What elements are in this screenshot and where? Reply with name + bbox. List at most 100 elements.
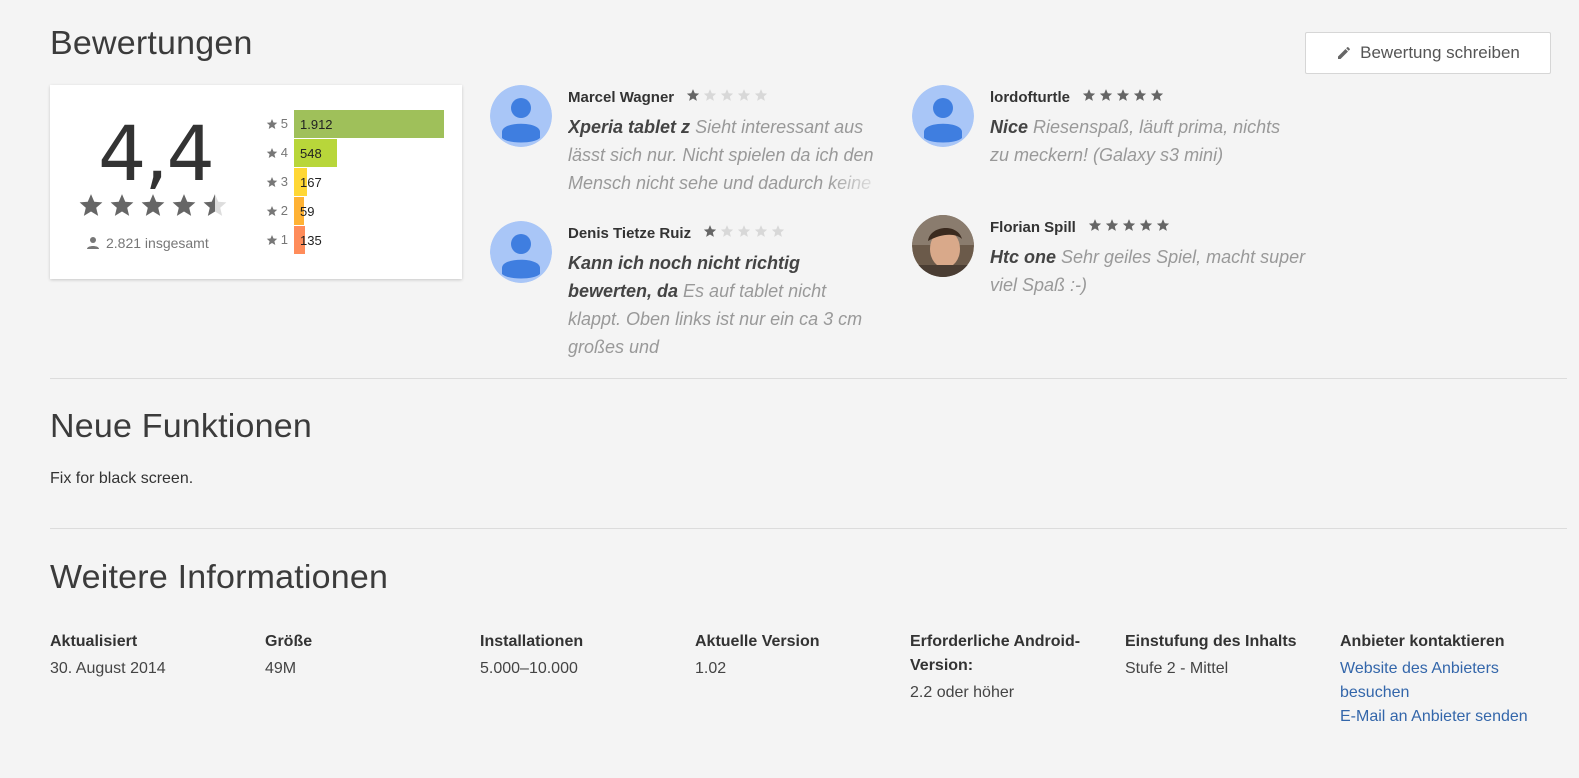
- star-filled-icon: [1139, 218, 1153, 236]
- developer-website-link[interactable]: Website des Anbieters besuchen: [1340, 657, 1530, 705]
- review-text: Kann ich noch nicht richtig bewerten, da…: [568, 249, 884, 361]
- histogram-star-number: 1: [280, 232, 288, 247]
- review-text: Xperia tablet z Sieht interessant aus lä…: [568, 113, 886, 197]
- info-android: Erforderliche Android-Version: 2.2 oder …: [910, 630, 1090, 705]
- star-empty-icon: [771, 224, 785, 242]
- review-body: Riesenspaß, läuft prima, nichts zu mecke…: [990, 117, 1281, 165]
- half-star-icon: [203, 194, 227, 216]
- info-value: 30. August 2014: [50, 660, 166, 677]
- star-icon: [266, 147, 278, 158]
- star-empty-icon: [720, 88, 734, 106]
- star-filled-icon: [1088, 218, 1102, 236]
- star-filled-icon: [1150, 88, 1164, 106]
- review-headline: Nice: [990, 117, 1029, 137]
- avatar: [490, 85, 552, 147]
- more-info-title: Weitere Informationen: [50, 558, 389, 596]
- write-review-label: Bewertung schreiben: [1360, 43, 1520, 62]
- divider: [50, 528, 1567, 529]
- info-label: Aktualisiert: [50, 633, 138, 650]
- histogram-row: 1 135: [254, 225, 444, 254]
- info-label: Erforderliche Android-Version:: [910, 633, 1081, 674]
- info-content-rating: Einstufung des Inhalts Stufe 2 - Mittel: [1125, 630, 1325, 681]
- whats-new-title: Neue Funktionen: [50, 407, 312, 445]
- histogram-count: 59: [300, 203, 315, 219]
- star-empty-icon: [703, 88, 717, 106]
- star-icon: [266, 234, 278, 245]
- review-stars: [1088, 218, 1170, 236]
- average-rating: 4,4: [98, 109, 215, 198]
- star-icon: [172, 194, 196, 216]
- person-icon: [87, 237, 99, 249]
- review-author: Denis Tietze Ruiz: [568, 224, 692, 242]
- histogram-row: 5 1.912: [254, 109, 444, 138]
- star-filled-icon: [686, 88, 700, 106]
- star-filled-icon: [1122, 218, 1136, 236]
- star-icon: [141, 194, 165, 216]
- info-label: Installationen: [480, 633, 584, 650]
- developer-email-link[interactable]: E-Mail an Anbieter senden: [1340, 705, 1530, 729]
- divider: [50, 378, 1567, 379]
- star-filled-icon: [1133, 88, 1147, 106]
- info-label: Anbieter kontaktieren: [1340, 633, 1505, 650]
- info-label: Einstufung des Inhalts: [1125, 633, 1297, 650]
- histogram-star-number: 3: [280, 174, 288, 189]
- histogram-bar: 59: [294, 196, 314, 225]
- histogram-star-number: 2: [280, 203, 288, 218]
- avatar: [490, 221, 552, 283]
- info-label: Größe: [265, 633, 313, 650]
- star-filled-icon: [703, 224, 717, 242]
- star-empty-icon: [737, 88, 751, 106]
- histogram-star-label: 5: [254, 116, 288, 131]
- review-stars: [686, 88, 768, 106]
- histogram-star-number: 4: [280, 145, 288, 160]
- histogram-bar: 548: [294, 138, 338, 167]
- histogram-star-label: 4: [254, 145, 288, 160]
- star-icon: [266, 176, 278, 187]
- info-value: 1.02: [695, 660, 727, 677]
- histogram-row: 3 167: [254, 167, 444, 196]
- info-version: Aktuelle Version 1.02: [695, 630, 895, 681]
- write-review-button[interactable]: Bewertung schreiben: [1305, 32, 1551, 74]
- info-contact: Anbieter kontaktieren Website des Anbiet…: [1340, 630, 1530, 729]
- review-stars: [703, 224, 785, 242]
- star-filled-icon: [1156, 218, 1170, 236]
- avatar-photo: [912, 215, 974, 277]
- star-empty-icon: [737, 224, 751, 242]
- pencil-icon: [1338, 47, 1351, 59]
- star-empty-icon: [754, 224, 768, 242]
- info-value: 49M: [265, 660, 297, 677]
- ratings-title: Bewertungen: [50, 24, 253, 62]
- star-icon: [266, 118, 278, 129]
- info-updated: Aktualisiert 30. August 2014: [50, 630, 250, 681]
- rating-summary-card: 4,4 2.821 insgesamt 5 1.912 4 548 3 167 2 59 1 13…: [50, 85, 462, 279]
- review-headline: Htc one: [990, 247, 1057, 267]
- avatar: [912, 85, 974, 147]
- histogram-star-label: 3: [254, 174, 288, 189]
- star-empty-icon: [720, 224, 734, 242]
- histogram-row: 4 548: [254, 138, 444, 167]
- total-ratings: 2.821 insgesamt: [86, 235, 209, 251]
- review-stars: [1082, 88, 1164, 106]
- histogram-star-label: 1: [254, 232, 288, 247]
- star-filled-icon: [1082, 88, 1096, 106]
- star-filled-icon: [1099, 88, 1113, 106]
- total-ratings-label: 2.821 insgesamt: [106, 235, 209, 251]
- info-value: 5.000–10.000: [480, 660, 578, 677]
- star-empty-icon: [754, 88, 768, 106]
- histogram-star-number: 5: [280, 116, 288, 131]
- histogram-row: 2 59: [254, 196, 444, 225]
- histogram-bar: 167: [294, 167, 322, 196]
- info-value: Stufe 2 - Mittel: [1125, 660, 1229, 677]
- review-author: lordofturtle: [990, 88, 1070, 106]
- histogram-count: 1.912: [300, 116, 333, 132]
- star-icon: [266, 205, 278, 216]
- histogram-bar: 135: [294, 225, 322, 254]
- review-headline: Xperia tablet z: [568, 117, 691, 137]
- star-icon: [79, 194, 103, 216]
- info-value: 2.2 oder höher: [910, 684, 1015, 701]
- star-icon: [110, 194, 134, 216]
- histogram-count: 548: [300, 145, 322, 161]
- rating-histogram: 5 1.912 4 548 3 167 2 59 1 135: [254, 109, 444, 254]
- info-label: Aktuelle Version: [695, 633, 820, 650]
- review-author: Florian Spill: [990, 218, 1076, 236]
